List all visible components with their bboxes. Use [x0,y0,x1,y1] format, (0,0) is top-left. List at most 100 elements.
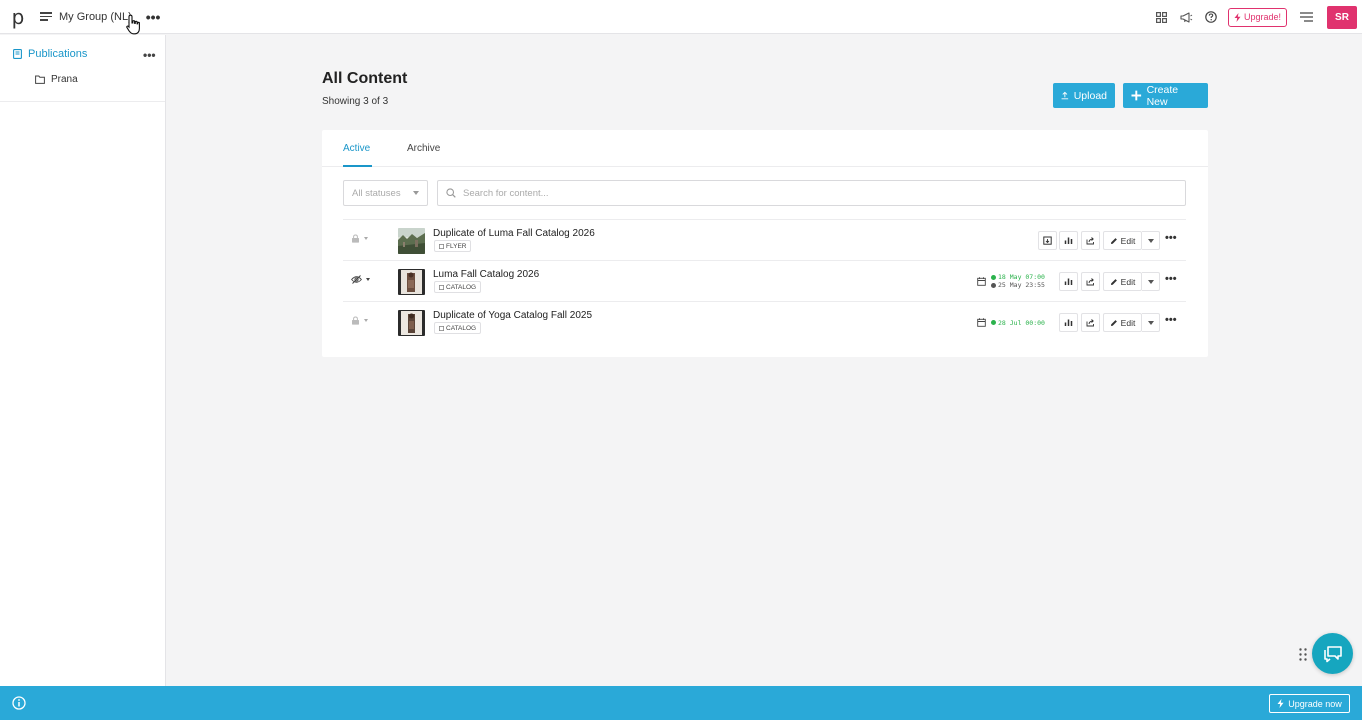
bottom-bar: Upgrade now [0,686,1362,720]
group-more-button[interactable]: ••• [146,9,161,25]
visibility-toggle[interactable] [351,234,368,243]
visibility-toggle[interactable] [351,316,368,325]
status-dot [991,320,996,325]
thumbnail-image[interactable] [398,310,425,336]
doc-icon [439,284,444,290]
lock-icon [352,234,359,243]
stats-button[interactable] [1059,313,1078,332]
sidebar-item-prana[interactable]: Prana [35,74,78,85]
edit-label: Edit [1120,276,1136,287]
stats-button[interactable] [1059,231,1078,250]
archive-icon [1043,236,1052,245]
sidebar-publications-section: Publications ••• Prana [0,35,165,102]
chevron-down-icon [1147,279,1154,284]
top-bar: p My Group (NL) ••• Upgrade! SR [0,0,1362,34]
calendar-icon [977,276,986,286]
lightning-icon [1234,12,1241,22]
pencil-icon [1110,237,1117,244]
active-tab-indicator [343,165,372,167]
menu-lines-icon[interactable] [1294,0,1319,34]
doc-icon [439,325,444,331]
drag-handle-icon[interactable] [1299,648,1307,661]
chevron-down-icon [413,191,419,195]
tab-active[interactable]: Active [343,143,370,154]
group-menu-button[interactable]: My Group (NL) [36,0,136,34]
megaphone-icon[interactable] [1174,0,1199,34]
info-icon[interactable] [12,696,26,710]
schedule-info: 28 Jul 00:00 [977,318,1045,327]
edit-label: Edit [1120,235,1136,246]
eye-off-icon [351,275,362,284]
edit-dropdown-button[interactable] [1142,231,1160,250]
help-icon[interactable] [1199,0,1224,34]
edit-button[interactable]: Edit [1103,313,1142,332]
sidebar-item-publications[interactable]: Publications [13,48,87,60]
create-new-button[interactable]: Create New [1123,83,1208,108]
content-title[interactable]: Duplicate of Luma Fall Catalog 2026 [433,228,595,239]
edit-dropdown-button[interactable] [1142,313,1160,332]
content-type-badge: CATALOG [434,322,482,334]
search-field[interactable] [437,180,1186,206]
edit-button[interactable]: Edit [1103,272,1142,291]
lock-icon [352,316,359,325]
chevron-down-icon [1147,320,1154,325]
schedule-start: 28 Jul 00:00 [998,318,1045,327]
upgrade-now-button[interactable]: Upgrade now [1269,694,1350,713]
bar-chart-icon [1064,278,1073,285]
stats-button[interactable] [1059,272,1078,291]
upgrade-now-label: Upgrade now [1288,698,1342,709]
upgrade-button[interactable]: Upgrade! [1227,7,1287,27]
row-more-button[interactable]: ••• [1165,314,1177,326]
archive-button[interactable] [1038,231,1057,250]
chat-button[interactable] [1312,633,1353,674]
upload-button[interactable]: Upload [1053,83,1115,108]
chat-icon [1323,645,1342,662]
calendar-icon [977,318,986,327]
search-icon [446,188,456,198]
share-button[interactable] [1081,272,1100,291]
badge-label: CATALOG [446,283,477,291]
schedule-info: 18 May 07:00 25 May 23:55 [977,273,1045,289]
user-avatar[interactable]: SR [1327,5,1357,29]
edit-dropdown-button[interactable] [1142,272,1160,291]
app-logo[interactable]: p [0,0,36,34]
book-icon [13,49,22,59]
doc-icon [439,243,444,249]
content-title[interactable]: Luma Fall Catalog 2026 [433,269,539,280]
thumbnail-image[interactable] [398,269,425,295]
content-count: Showing 3 of 3 [322,96,389,107]
visibility-toggle[interactable] [351,275,370,284]
row-more-button[interactable]: ••• [1165,273,1177,285]
tab-archive[interactable]: Archive [407,143,440,154]
thumbnail-image[interactable] [398,228,425,254]
table-row[interactable]: Luma Fall Catalog 2026 CATALOG 18 May 07… [343,260,1186,301]
edit-label: Edit [1120,317,1136,328]
row-more-button[interactable]: ••• [1165,232,1177,244]
search-input[interactable] [463,187,1143,199]
table-row[interactable]: Duplicate of Yoga Catalog Fall 2025 CATA… [343,301,1186,342]
share-icon [1086,278,1094,286]
table-row[interactable]: Duplicate of Luma Fall Catalog 2026 FLYE… [343,219,1186,260]
apps-grid-icon[interactable] [1149,0,1174,34]
page-title: All Content [322,70,408,87]
share-button[interactable] [1081,231,1100,250]
sidebar-folder-label: Prana [51,74,78,85]
create-new-label: Create New [1146,83,1179,108]
upload-label: Upload [1073,89,1107,102]
status-filter-select[interactable]: All statuses [343,180,428,206]
share-icon [1086,319,1094,327]
schedule-start: 18 May 07:00 [998,273,1045,281]
sidebar: Publications ••• Prana [0,35,166,686]
content-tabs: Active Archive [322,130,1208,167]
hamburger-icon [40,12,52,21]
bar-chart-icon [1064,237,1073,244]
publications-more-button[interactable]: ••• [143,48,156,62]
upgrade-label: Upgrade! [1243,12,1281,22]
status-dot [991,282,996,288]
share-button[interactable] [1081,313,1100,332]
edit-button[interactable]: Edit [1103,231,1142,250]
share-icon [1086,237,1094,245]
folder-icon [35,75,45,84]
content-title[interactable]: Duplicate of Yoga Catalog Fall 2025 [433,310,592,321]
status-filter-value: All statuses [352,187,401,199]
